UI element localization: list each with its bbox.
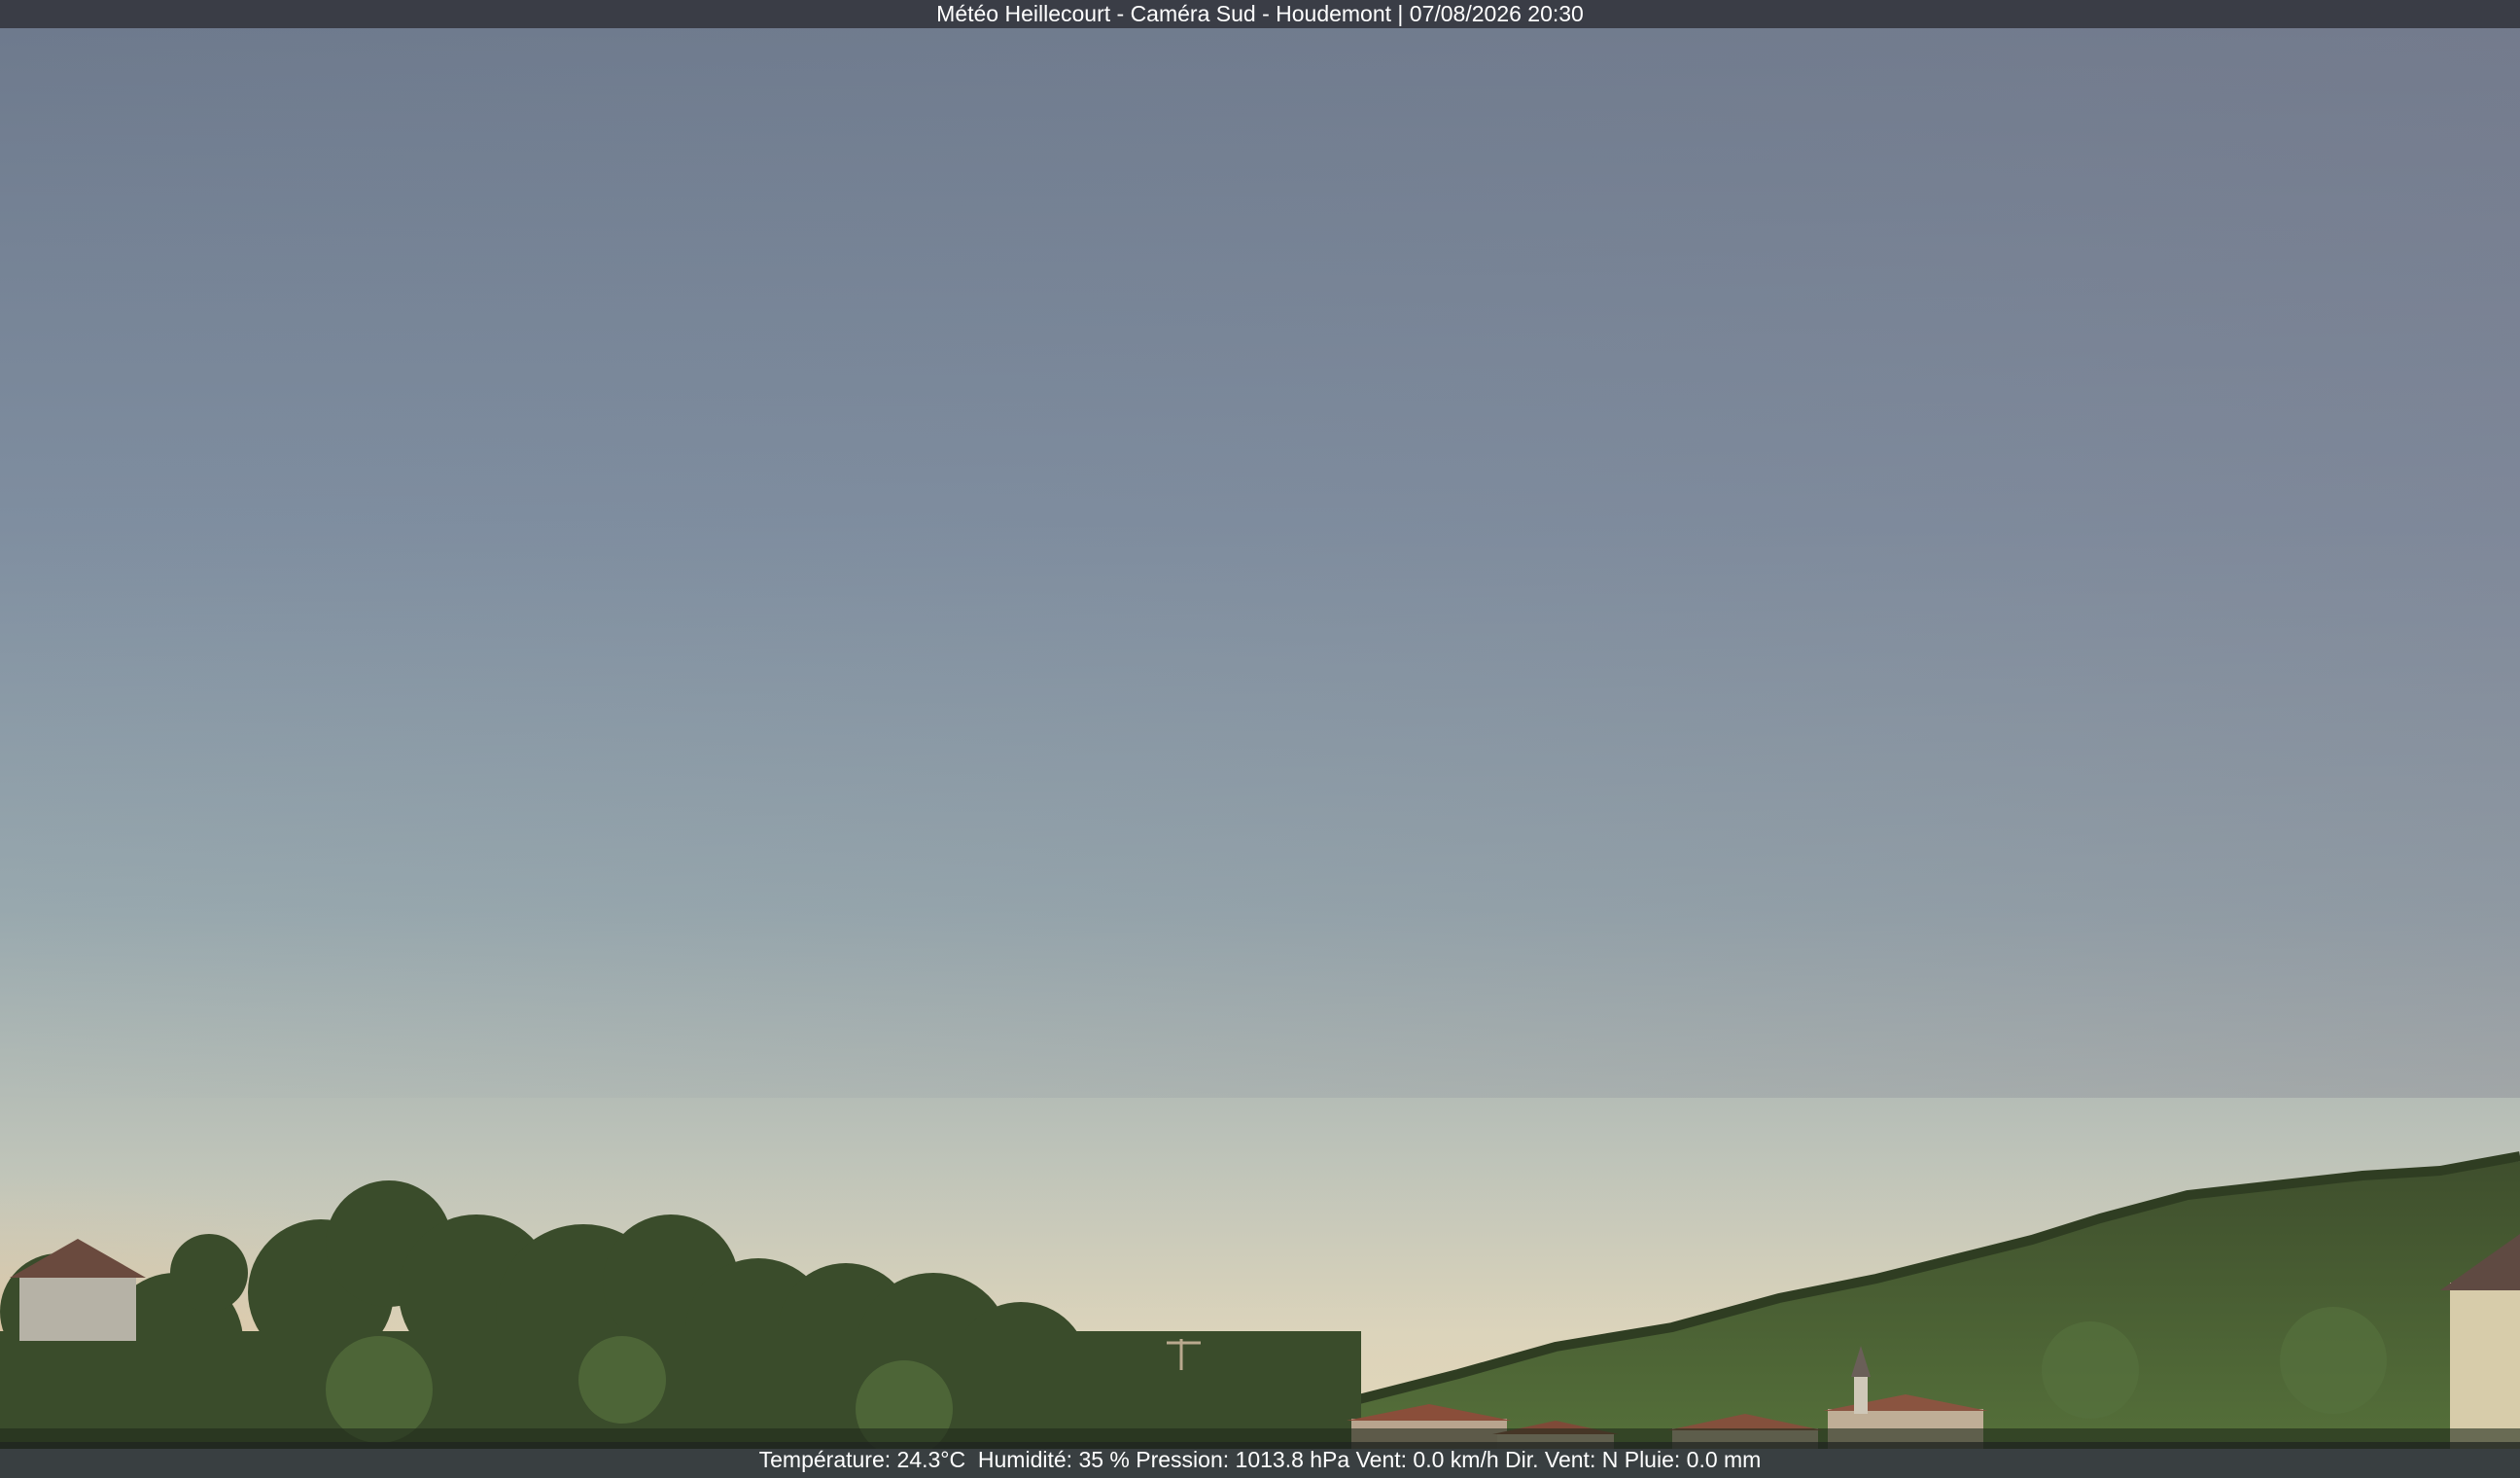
wind-speed-readout: Vent: 0.0 km/h bbox=[1355, 1447, 1499, 1472]
temperature-readout: Température: 24.3°C bbox=[758, 1447, 966, 1472]
camera-title: Météo Heillecourt - Caméra Sud - Houdemo… bbox=[936, 1, 1584, 26]
webcam-scene bbox=[0, 28, 2520, 1449]
weather-data-bar: Température: 24.3°C Humidité: 35 % Press… bbox=[0, 1442, 2520, 1478]
humidity-readout: Humidité: 35 % bbox=[977, 1447, 1130, 1472]
camera-title-bar: Météo Heillecourt - Caméra Sud - Houdemo… bbox=[0, 0, 2520, 28]
rain-readout: Pluie: 0.0 mm bbox=[1624, 1447, 1762, 1472]
wind-direction-readout: Dir. Vent: N bbox=[1505, 1447, 1619, 1472]
webcam-image bbox=[0, 28, 2520, 1449]
pressure-readout: Pression: 1013.8 hPa bbox=[1136, 1447, 1350, 1472]
